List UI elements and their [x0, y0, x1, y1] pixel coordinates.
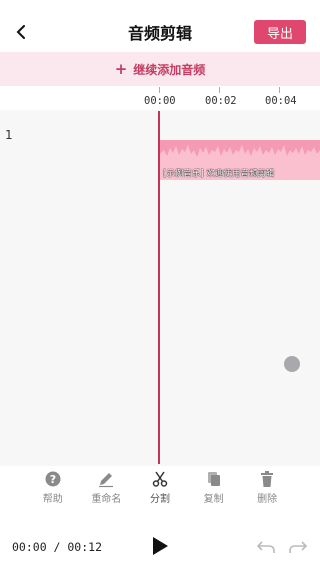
delete-button[interactable]: 删除	[243, 470, 291, 510]
play-icon	[153, 537, 168, 555]
track-number: 1	[5, 128, 13, 142]
track-area[interactable]: 1 [示例音乐] 欢迎使用音频剪辑	[0, 110, 320, 466]
time-readout: 00:00 / 00:12	[12, 540, 103, 554]
ruler-tick	[159, 87, 160, 93]
edit-toolbar: ? 帮助 重命名 分割 复制 删除	[0, 470, 320, 510]
ruler-label: 00:00	[144, 95, 176, 107]
pencil-icon	[99, 473, 114, 488]
copy-icon	[207, 472, 220, 486]
redo-icon	[289, 541, 308, 553]
help-button[interactable]: ? 帮助	[29, 470, 77, 510]
clip-label: [示例音乐] 欢迎使用音频剪辑	[163, 169, 275, 179]
split-button[interactable]: 分割	[136, 470, 184, 510]
plus-icon: +	[114, 60, 128, 78]
undo-button[interactable]	[256, 538, 276, 556]
export-button[interactable]: 导出	[254, 20, 306, 44]
playhead[interactable]	[158, 111, 160, 464]
tool-label: 分割	[149, 494, 170, 505]
ruler-label: 00:02	[205, 95, 237, 107]
rename-button[interactable]: 重命名	[82, 470, 130, 510]
scroll-handle[interactable]	[284, 356, 300, 372]
tool-label: 帮助	[42, 494, 63, 505]
player-bar: 00:00 / 00:12	[0, 528, 320, 568]
timeline-editor[interactable]: 00:00 00:02 00:04 1 [示例音乐] 欢迎使用音频剪辑	[0, 86, 320, 466]
add-audio-button[interactable]: + 继续添加音频	[0, 52, 320, 86]
help-icon: ?	[45, 471, 61, 487]
undo-icon	[256, 541, 275, 553]
scissors-icon	[152, 471, 168, 487]
redo-button[interactable]	[288, 538, 308, 556]
add-audio-label: 继续添加音频	[133, 62, 206, 77]
tool-label: 删除	[257, 494, 278, 505]
play-button[interactable]	[150, 536, 170, 556]
svg-text:?: ?	[50, 473, 56, 486]
audio-clip[interactable]: [示例音乐] 欢迎使用音频剪辑	[160, 140, 320, 180]
ruler-tick	[219, 87, 220, 93]
copy-button[interactable]: 复制	[190, 470, 238, 510]
tool-label: 复制	[203, 494, 224, 505]
time-ruler[interactable]: 00:00 00:02 00:04	[0, 86, 320, 110]
trash-icon	[261, 471, 274, 487]
ruler-tick	[279, 87, 280, 93]
tool-label: 重命名	[91, 494, 122, 505]
ruler-label: 00:04	[265, 95, 297, 107]
top-bar: 音频剪辑 导出	[0, 0, 320, 52]
